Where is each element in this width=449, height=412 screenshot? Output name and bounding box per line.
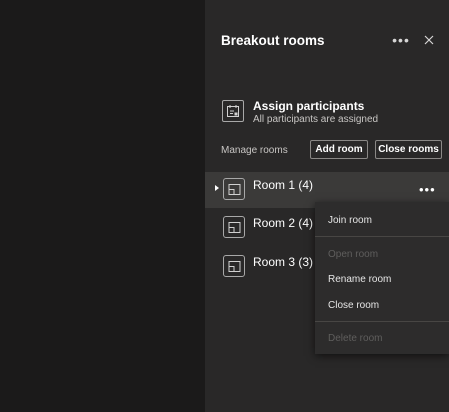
room-label: Room 1 (4) [253,178,314,192]
room-label: Room 3 (3) [253,255,314,269]
assign-participants-icon[interactable] [222,100,244,122]
more-options-icon[interactable]: ••• [391,30,411,50]
close-icon[interactable] [419,30,439,50]
open-room-menu-item: Open room [328,248,379,260]
room-context-menu: Join room Open room Rename room Close ro… [315,202,449,354]
caret-right-icon[interactable] [215,185,219,191]
assign-participants-title[interactable]: Assign participants [253,99,364,113]
room-icon [223,178,245,200]
rename-room-menu-item[interactable]: Rename room [315,267,449,291]
room-label: Room 2 (4) [253,216,314,230]
add-room-button[interactable]: Add room [310,140,368,159]
manage-rooms-label: Manage rooms [221,145,288,156]
close-rooms-button[interactable]: Close rooms [375,140,442,159]
room-icon [223,255,245,277]
join-room-menu-item[interactable]: Join room [315,208,449,232]
room-more-options-icon[interactable]: ••• [419,182,436,197]
assign-status-text: All participants are assigned [253,114,379,125]
room-icon [223,216,245,238]
close-room-menu-item[interactable]: Close room [315,293,449,317]
panel-title: Breakout rooms [221,33,325,48]
menu-divider [315,236,449,237]
menu-divider [315,321,449,322]
meeting-stage [0,0,205,412]
delete-room-menu-item: Delete room [328,332,383,344]
